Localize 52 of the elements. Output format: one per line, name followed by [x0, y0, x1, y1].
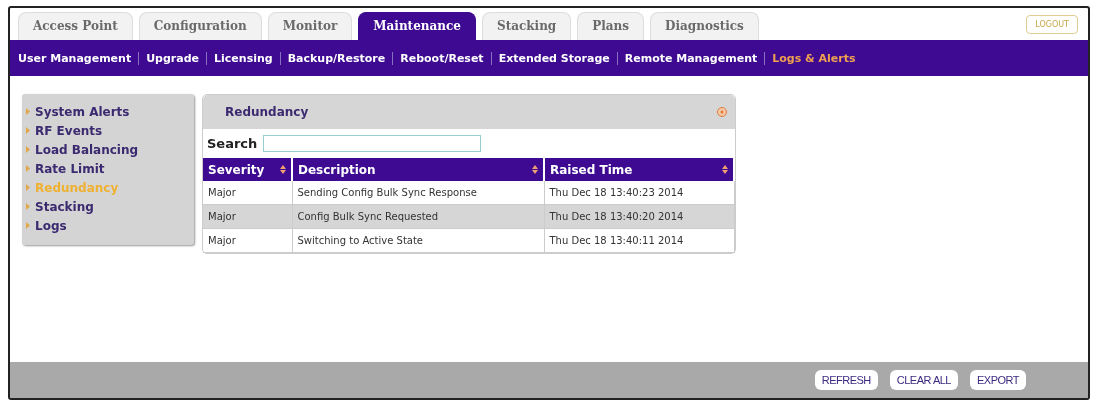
sidebar-item[interactable]: System Alerts: [35, 104, 130, 119]
sidebar-item[interactable]: Logs: [35, 218, 67, 233]
table-cell: Thu Dec 18 13:40:20 2014: [544, 204, 734, 229]
action-button[interactable]: REFRESH: [814, 370, 878, 390]
table-cell: Major: [203, 228, 292, 253]
tab[interactable]: Diagnostics: [650, 12, 759, 40]
table-cell: Thu Dec 18 13:40:23 2014: [544, 181, 734, 205]
action-button[interactable]: CLEAR ALL: [889, 370, 958, 390]
search-label: Search: [207, 136, 258, 151]
subnav-link[interactable]: Upgrade: [146, 51, 200, 65]
tab[interactable]: Stacking: [481, 12, 572, 40]
tab[interactable]: Maintenance: [358, 12, 476, 40]
subnav-link[interactable]: Licensing: [214, 51, 273, 65]
tab[interactable]: Plans: [577, 12, 645, 40]
subnav-link[interactable]: User Management: [18, 51, 132, 65]
chevron-icon: [26, 184, 30, 191]
table-cell: Config Bulk Sync Requested: [292, 204, 544, 229]
search-field[interactable]: [263, 135, 482, 152]
sidebar-item[interactable]: Stacking: [35, 199, 94, 214]
sidebar-item[interactable]: RF Events: [35, 123, 103, 138]
panel-title: Redundancy: [225, 105, 309, 119]
subnav-link[interactable]: Remote Management: [624, 51, 758, 65]
subnav-link[interactable]: Extended Storage: [498, 51, 610, 65]
action-button[interactable]: EXPORT: [969, 370, 1026, 390]
column-title: Description: [298, 162, 376, 177]
chevron-icon: [26, 108, 30, 115]
subnav-link[interactable]: Backup/Restore: [287, 51, 386, 65]
sort-icon[interactable]: [722, 165, 728, 174]
chevron-icon: [26, 146, 30, 153]
sort-icon[interactable]: [280, 165, 286, 174]
sort-icon[interactable]: [532, 165, 538, 174]
chevron-icon: [26, 165, 30, 172]
tab[interactable]: Configuration: [138, 12, 262, 40]
table-row[interactable]: Major Sending Config Bulk Sync Response Thu Dec 18 13:40:23 2014: [203, 181, 734, 205]
table-cell: Switching to Active State: [292, 228, 544, 253]
tab[interactable]: Access Point: [18, 12, 133, 40]
table-row[interactable]: Major Switching to Active State Thu Dec 18 13:40:11 2014: [203, 228, 734, 253]
table-cell: Thu Dec 18 13:40:11 2014: [544, 228, 734, 253]
chevron-icon: [26, 222, 30, 229]
column-title: Severity: [208, 162, 265, 177]
chevron-icon: [26, 127, 30, 134]
table-cell: Sending Config Bulk Sync Response: [292, 181, 544, 205]
sidebar-item[interactable]: Load Balancing: [35, 142, 139, 157]
subnav-link[interactable]: Logs & Alerts: [772, 51, 856, 65]
table-row[interactable]: Major Config Bulk Sync Requested Thu Dec 18 13:40:20 2014: [203, 204, 734, 229]
subnav-link[interactable]: Reboot/Reset: [400, 51, 484, 65]
chevron-icon: [26, 203, 30, 210]
tab[interactable]: Monitor: [267, 12, 353, 40]
column-title: Raised Time: [550, 162, 633, 177]
table-cell: Major: [203, 204, 292, 229]
table-cell: Major: [203, 181, 292, 205]
sidebar-item[interactable]: Rate Limit: [35, 161, 105, 176]
